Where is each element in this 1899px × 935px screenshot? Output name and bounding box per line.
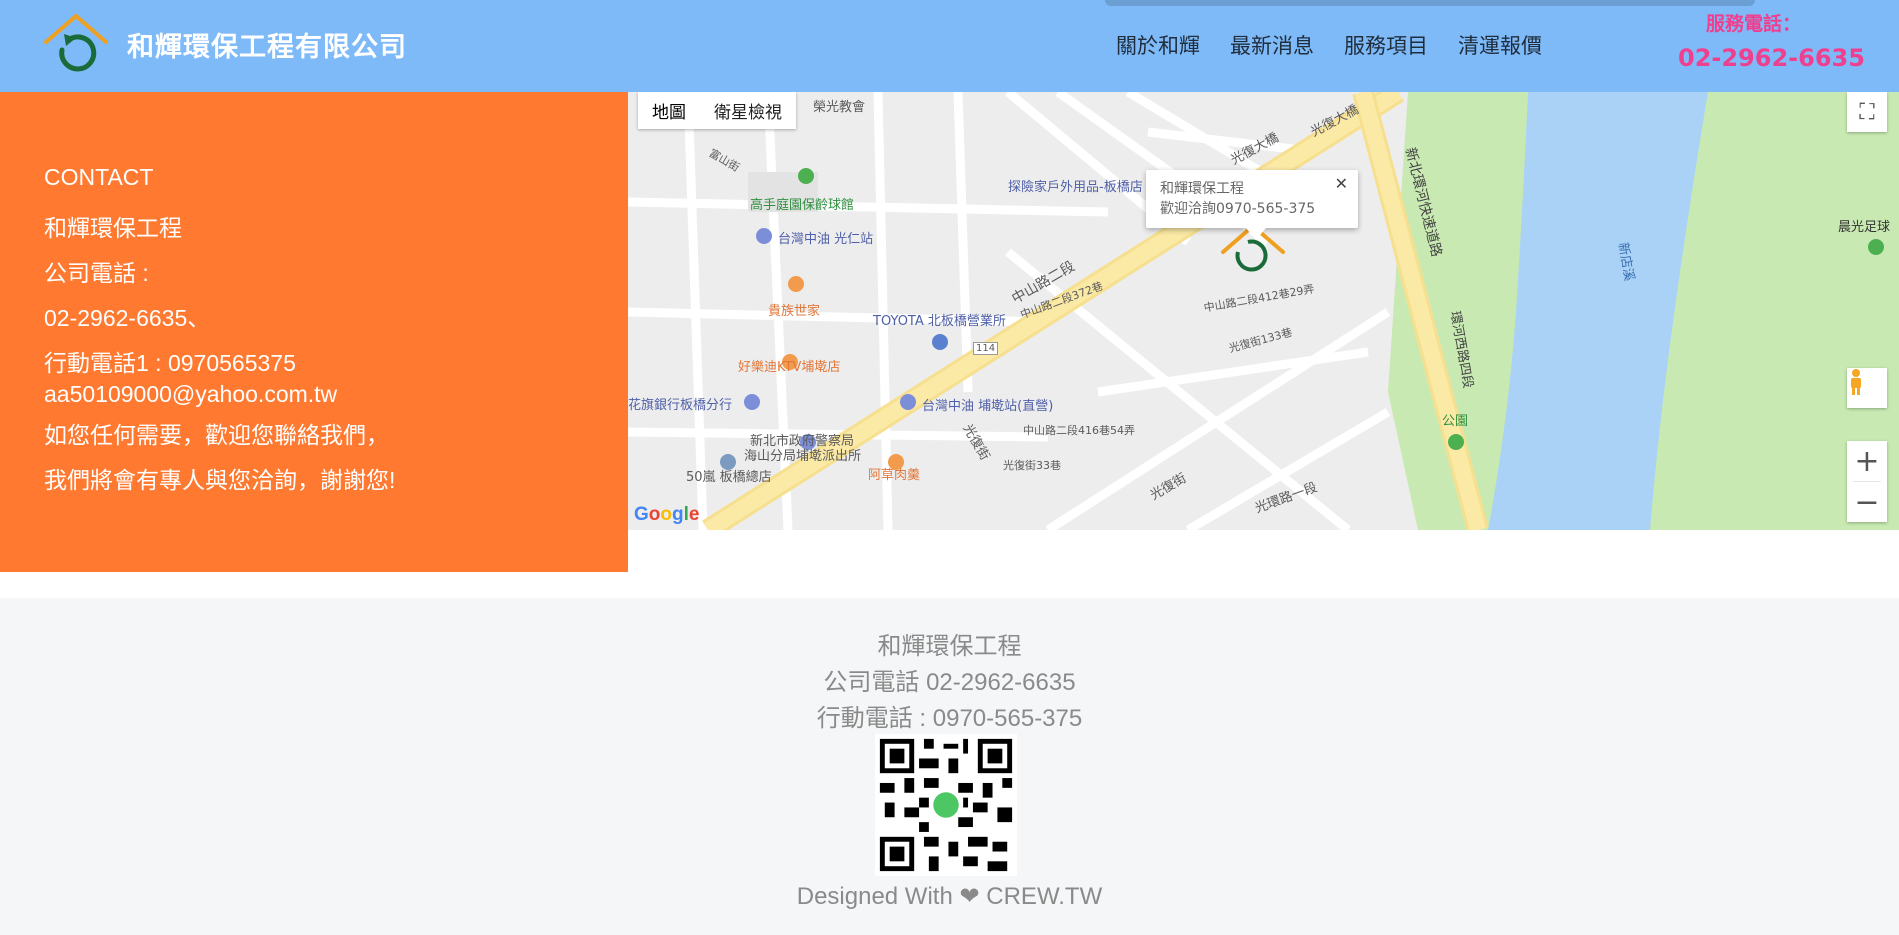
nav-item-news[interactable]: 最新消息	[1230, 30, 1314, 60]
main-nav: 關於和輝 最新消息 服務項目 清運報價	[1116, 30, 1542, 60]
map-label-acao: 阿草肉羹	[868, 468, 921, 483]
map-label-road114: 114	[973, 342, 999, 355]
footer-phone: 公司電話 02-2962-6635	[823, 669, 1076, 696]
line-qr-code-icon[interactable]	[875, 734, 1017, 876]
contact-phone-label: 公司電話 :	[44, 260, 149, 286]
google-logo: Google	[634, 504, 700, 525]
car-dealer-pin-icon	[932, 334, 948, 350]
map-label-fiftylan: 50嵐 板橋總店	[686, 470, 772, 485]
restaurant-pin-icon	[788, 276, 804, 292]
info-window-text: 歡迎洽詢0970-565-375	[1160, 201, 1316, 217]
minus-icon: −	[1854, 484, 1880, 520]
footer-credit-suffix[interactable]: CREW.TW	[986, 883, 1102, 910]
map-type-satellite-button[interactable]: 衛星檢視	[700, 92, 796, 129]
company-logo-icon[interactable]	[42, 12, 110, 78]
map-label-gas2: 台灣中油 埔墘站(直營)	[922, 399, 1054, 414]
heart-icon: ❤	[959, 883, 980, 910]
map-type-control: 地圖 衛星檢視	[638, 92, 796, 129]
contact-mobile[interactable]: 行動電話1 : 0970565375	[44, 344, 296, 378]
zoom-in-button[interactable]: +	[1847, 441, 1887, 481]
map-label-gas1: 台灣中油 光仁站	[778, 232, 874, 247]
zoom-control: + −	[1847, 441, 1887, 522]
footer-credit[interactable]: Designed With ❤ CREW.TW	[0, 882, 1899, 911]
map-label-bank: 花旗銀行板橋分行	[628, 398, 733, 413]
park-pin-icon	[1448, 434, 1464, 450]
google-map[interactable]: 榮光教會 高手庭園保齡球館 台灣中油 光仁站 探險家戶外用品-板橋店 光復大橋 …	[628, 92, 1899, 530]
nav-item-quote[interactable]: 清運報價	[1458, 30, 1542, 60]
map-info-window: 和輝環保工程 歡迎洽詢0970-565-375 ✕	[1146, 170, 1358, 240]
info-window-title: 和輝環保工程	[1160, 181, 1244, 197]
map-label-ktv: 好樂迪KTV埔墘店	[738, 360, 841, 375]
street-view-pegman-button[interactable]	[1847, 368, 1887, 408]
map-label-bowling: 高手庭園保齡球館	[750, 198, 855, 213]
header-banner-strip	[1105, 0, 1755, 6]
fullscreen-icon: ⛶	[1859, 99, 1875, 125]
zoom-out-button[interactable]: −	[1847, 482, 1887, 522]
contact-message-2: 我們將會有專人與您洽詢，謝謝您!	[44, 467, 396, 493]
map-label-police2: 海山分局埔墘派出所	[744, 449, 862, 464]
contact-phone[interactable]: 02-2962-6635、	[44, 299, 210, 333]
map-label-church: 榮光教會	[813, 100, 866, 115]
nav-item-services[interactable]: 服務項目	[1344, 30, 1428, 60]
plus-icon: +	[1854, 443, 1880, 479]
bank-pin-icon	[744, 394, 760, 410]
brand-name[interactable]: 和輝環保工程有限公司	[127, 25, 407, 64]
gas-station-2-pin-icon	[900, 394, 916, 410]
pegman-icon	[1851, 369, 1861, 395]
contact-email[interactable]: aa50109000@yahoo.com.tw	[44, 381, 337, 408]
map-label-noble: 貴族世家	[768, 304, 821, 319]
footer-company: 和輝環保工程	[877, 633, 1022, 660]
football-pin-icon	[1868, 239, 1884, 255]
contact-company: 和輝環保工程	[44, 215, 182, 241]
hotline-label: 服務電話：	[1706, 13, 1802, 35]
info-window-close-icon[interactable]: ✕	[1335, 174, 1348, 193]
map-label-toyota: TOYOTA 北板橋營業所	[873, 314, 1006, 329]
map-label-lane3: 中山路二段416巷54弄	[1023, 424, 1135, 437]
contact-heading: CONTACT	[44, 164, 154, 190]
contact-message-1: 如您任何需要，歡迎您聯絡我們，	[44, 422, 389, 448]
bowling-pin-icon	[798, 168, 814, 184]
hotline-number[interactable]: 02-2962-6635	[1678, 44, 1865, 72]
map-label-lane4: 光復街33巷	[1003, 459, 1061, 472]
gas-station-pin-icon	[756, 228, 772, 244]
map-label-outdoor: 探險家戶外用品-板橋店	[1008, 180, 1143, 195]
contact-panel: CONTACT 和輝環保工程 公司電話 : 02-2962-6635、 行動電話…	[0, 92, 628, 572]
site-footer: 和輝環保工程 公司電話 02-2962-6635 行動電話 : 0970-565…	[0, 598, 1899, 935]
footer-credit-prefix: Designed With	[796, 883, 953, 910]
map-label-park: 公園	[1442, 414, 1469, 429]
footer-mobile: 行動電話 : 0970-565-375	[816, 705, 1083, 732]
fullscreen-button[interactable]: ⛶	[1847, 92, 1887, 132]
map-type-map-button[interactable]: 地圖	[638, 92, 700, 129]
nav-item-about[interactable]: 關於和輝	[1116, 30, 1200, 60]
map-label-chenguang: 晨光足球	[1838, 220, 1891, 235]
